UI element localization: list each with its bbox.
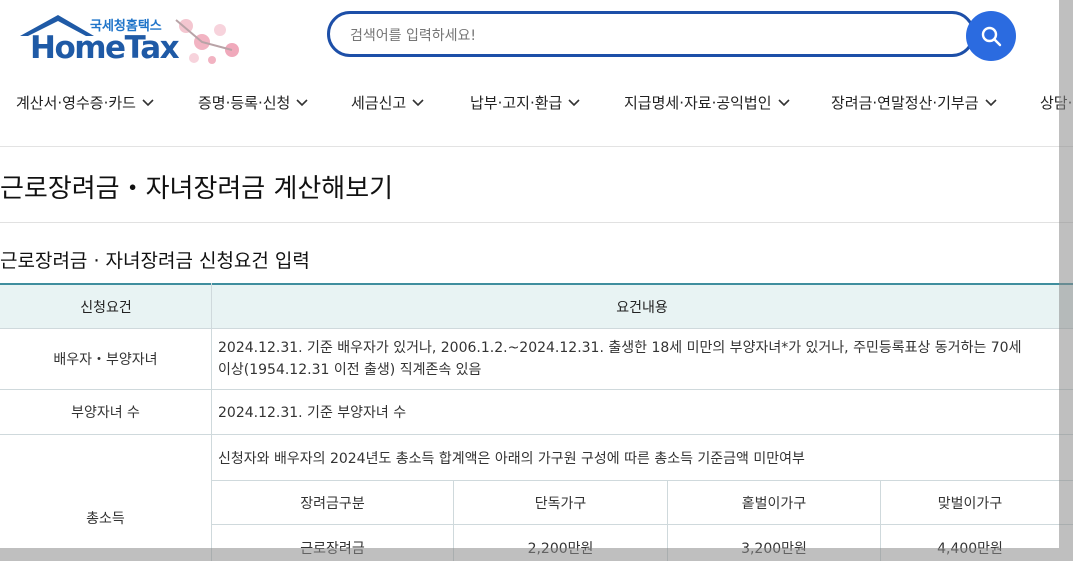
nav-item-label: 장려금·연말정산·기부금	[831, 94, 979, 112]
chevron-down-icon	[777, 98, 790, 106]
nav-item-incentives[interactable]: 장려금·연말정산·기부금	[831, 92, 997, 113]
page-title: 근로장려금・자녀장려금 계산해보기	[0, 174, 394, 204]
row-content-spouse: 2024.12.31. 기준 배우자가 있거나, 2006.1.2.~2024.…	[218, 337, 1068, 381]
chevron-down-icon	[142, 98, 154, 106]
chevron-down-icon	[568, 98, 580, 106]
nav-item-label: 세금신고	[351, 94, 407, 112]
nav-item-tax-report[interactable]: 세금신고	[351, 92, 424, 113]
sub-header-single: 단독가구	[534, 495, 587, 512]
cherry-blossom-icon	[175, 19, 239, 64]
horizontal-scrollbar[interactable]	[0, 548, 1059, 561]
main-nav: 계산서·영수증·카드 증명·등록·신청 세금신고 납부·고지·환급 지급명세·자…	[0, 88, 1073, 124]
section-title: 근로장려금 · 자녀장려금 신청요건 입력	[0, 250, 310, 272]
site-header: 국세청홈택스 HomeTax 계산서·영수증·카드 증명·등록·신청	[0, 0, 1073, 147]
row-label-children-count: 부양자녀 수	[71, 405, 140, 421]
sub-header-dual-earner: 맞벌이가구	[937, 495, 1003, 512]
nav-item-label: 납부·고지·환급	[470, 94, 563, 112]
divider	[0, 222, 1073, 223]
search-input[interactable]	[348, 24, 952, 48]
row-content-total-income: 신청자와 배우자의 2024년도 총소득 합계액은 아래의 가구원 구성에 따른…	[218, 450, 805, 467]
search-button[interactable]	[966, 11, 1016, 61]
vertical-scrollbar[interactable]	[1059, 0, 1073, 561]
row-label-spouse: 배우자・부양자녀	[53, 352, 158, 368]
nav-item-payment[interactable]: 납부·고지·환급	[470, 92, 580, 113]
nav-item-label: 지급명세·자료·공익법인	[624, 94, 772, 112]
nav-item-receipts[interactable]: 계산서·영수증·카드	[16, 92, 154, 113]
row-label-total-income: 총소득	[86, 511, 125, 527]
content-line: 이상(1954.12.31 이전 출생) 직계존속 있음	[218, 362, 482, 378]
sub-header-type: 장려금구분	[300, 495, 365, 512]
table-header-requirement: 신청요건	[0, 283, 212, 329]
nav-item-label: 계산서·영수증·카드	[16, 94, 136, 112]
nav-item-label: 증명·등록·신청	[198, 94, 291, 112]
search-box	[327, 11, 975, 57]
table-header-content: 요건내용	[211, 283, 1073, 329]
chevron-down-icon	[984, 98, 997, 106]
row-content-children-count: 2024.12.31. 기준 부양자녀 수	[218, 405, 407, 421]
logo-title: HomeTax	[30, 30, 180, 66]
chevron-down-icon	[412, 98, 424, 106]
nav-item-statements[interactable]: 지급명세·자료·공익법인	[624, 92, 790, 113]
sub-header-single-earner: 홑벌이가구	[741, 495, 807, 512]
content-line: 2024.12.31. 기준 배우자가 있거나, 2006.1.2.~2024.…	[218, 340, 1022, 356]
nav-item-certificates[interactable]: 증명·등록·신청	[198, 92, 308, 113]
search-icon	[981, 26, 1002, 47]
hometax-logo[interactable]: 국세청홈택스 HomeTax	[14, 10, 254, 72]
row-divider	[212, 524, 1073, 525]
chevron-down-icon	[296, 98, 308, 106]
